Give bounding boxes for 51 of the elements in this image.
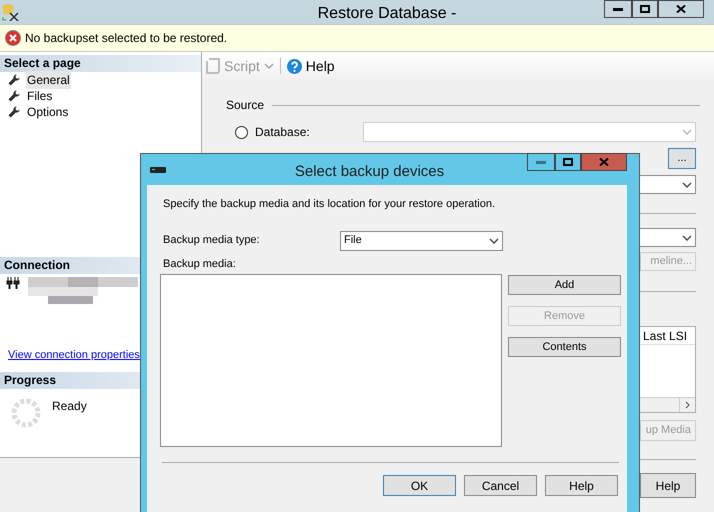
maximize-button[interactable] xyxy=(632,0,658,18)
chevron-down-icon xyxy=(489,238,499,244)
help-icon xyxy=(286,58,302,74)
plug-icon xyxy=(6,277,20,289)
minimize-icon xyxy=(536,160,546,164)
close-button[interactable] xyxy=(658,0,704,18)
close-icon xyxy=(599,158,609,166)
error-icon xyxy=(5,30,21,46)
dialog-button[interactable]: OK xyxy=(383,475,456,496)
page-item[interactable]: Options xyxy=(26,103,70,121)
section-header: Select a page xyxy=(0,55,201,72)
field-label: Backup media type: xyxy=(163,233,261,248)
browse-button[interactable]: ... xyxy=(668,148,696,169)
page-item[interactable]: General xyxy=(26,71,71,89)
minimize-icon xyxy=(613,7,623,11)
side-button[interactable]: Add xyxy=(508,275,621,295)
help-button[interactable]: Help xyxy=(286,56,335,76)
page-item[interactable]: Files xyxy=(26,87,54,105)
spinner-icon xyxy=(10,396,42,428)
database-tools-icon xyxy=(2,3,20,21)
side-button[interactable]: Contents xyxy=(508,337,621,357)
script-icon xyxy=(206,58,220,74)
dialog-button[interactable]: Cancel xyxy=(464,475,537,496)
dropdown-field[interactable] xyxy=(638,228,696,247)
status-text: Ready xyxy=(52,398,87,414)
dialog-button[interactable]: Help xyxy=(545,475,618,496)
option-label: Database: xyxy=(255,124,311,141)
close-icon xyxy=(676,5,686,13)
message-text: No backupset selected to be restored. xyxy=(25,30,228,47)
chevron-down-icon xyxy=(682,182,692,188)
chevron-down-icon xyxy=(682,129,692,135)
dialog-title: Select backup devices xyxy=(294,162,444,182)
chevron-down-icon xyxy=(682,234,692,240)
drive-icon xyxy=(150,167,166,175)
wrench-icon xyxy=(8,90,20,102)
radio-button[interactable] xyxy=(235,126,248,138)
help-button[interactable]: Help xyxy=(640,473,696,498)
maximize-icon xyxy=(640,5,650,13)
dropdown-field[interactable] xyxy=(638,175,696,194)
minimize-button[interactable] xyxy=(604,0,632,18)
chevron-right-icon xyxy=(685,401,690,409)
maximize-button[interactable] xyxy=(555,153,581,171)
media-type-dropdown[interactable]: File xyxy=(340,230,503,250)
maximize-icon xyxy=(563,158,573,166)
chevron-down-icon xyxy=(264,63,274,69)
connection-properties-link[interactable]: View connection properties xyxy=(8,347,140,364)
wrench-icon xyxy=(8,106,20,118)
window-title: Restore Database - xyxy=(318,4,456,24)
instruction-text: Specify the backup media and its location for your restore operation. xyxy=(163,197,496,212)
wrench-icon xyxy=(8,74,20,86)
group-label: Source xyxy=(226,97,264,114)
